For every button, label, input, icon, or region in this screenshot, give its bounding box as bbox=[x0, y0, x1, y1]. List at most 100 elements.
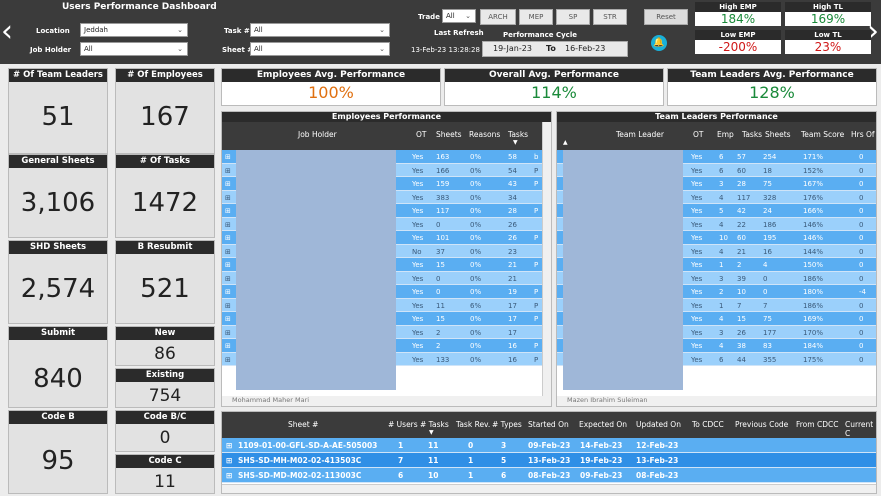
ot-cell: Yes bbox=[412, 193, 424, 202]
performance-cycle-range: 19-Jan-23 To 16-Feb-23 bbox=[482, 41, 628, 57]
expand-icon[interactable]: ⊞ bbox=[225, 288, 231, 296]
team-score-cell: 180% bbox=[803, 288, 824, 296]
card-value: 11 bbox=[154, 472, 176, 492]
trade-dropdown[interactable]: All ⌄ bbox=[442, 9, 476, 23]
trade-button-str[interactable]: STR bbox=[593, 9, 627, 25]
card-employees: # Of Employees 167 bbox=[115, 68, 215, 154]
reasons-cell: 0% bbox=[470, 180, 482, 188]
expand-icon[interactable]: ⊞ bbox=[226, 471, 232, 480]
col-sheet[interactable]: Sheet # bbox=[288, 420, 318, 429]
chevron-down-icon: ⌄ bbox=[465, 12, 471, 20]
avg-label: Team Leaders Avg. Performance bbox=[668, 69, 876, 82]
col-team-score[interactable]: Team Score bbox=[801, 130, 844, 139]
col-hrs[interactable]: Hrs Of bbox=[851, 130, 875, 139]
chevron-left-icon[interactable]: ‹ bbox=[0, 16, 14, 48]
tasks-cell: 60 bbox=[737, 234, 746, 242]
hrs-cell: 0 bbox=[859, 328, 864, 337]
bell-icon[interactable]: 🔔 bbox=[651, 35, 667, 51]
job-holder-dropdown[interactable]: All ⌄ bbox=[80, 42, 188, 56]
table-row[interactable]: ⊞ SHS-SD-MD-M02-02-113003C 6 10 1 6 08-Feb-23 0… bbox=[222, 468, 876, 483]
location-dropdown[interactable]: Jeddah ⌄ bbox=[80, 23, 188, 37]
chevron-down-icon: ⌄ bbox=[177, 45, 183, 53]
expand-icon[interactable]: ⊞ bbox=[225, 234, 231, 242]
tasks-cell: 22 bbox=[737, 220, 746, 229]
table-row[interactable]: ⊞ SHS-SD-MH-M02-02-413503C 7 11 1 5 13-Feb-23 1… bbox=[222, 453, 876, 468]
col-ot[interactable]: OT bbox=[416, 130, 427, 139]
col-started-on[interactable]: Started On bbox=[528, 420, 569, 429]
table-row[interactable]: ⊞ 1109-01-00-GFL-SD-A-AE-505003 1 11 0 3 09-Fe… bbox=[222, 438, 876, 453]
trade-button-arch[interactable]: ARCH bbox=[480, 9, 516, 25]
expand-icon[interactable]: ⊞ bbox=[225, 207, 231, 215]
users-cell: 1 bbox=[398, 441, 404, 450]
expand-icon[interactable]: ⊞ bbox=[225, 180, 231, 188]
expand-icon[interactable]: ⊞ bbox=[225, 221, 231, 229]
sheets-cell: 75 bbox=[763, 180, 772, 188]
tasks-cell: 28 bbox=[508, 207, 517, 215]
col-updated-on[interactable]: Updated On bbox=[636, 420, 681, 429]
col-from-cdcc[interactable]: From CDCC bbox=[796, 420, 838, 429]
sheets-cell: 163 bbox=[436, 153, 450, 161]
col-sheets[interactable]: Sheets bbox=[436, 130, 462, 139]
hrs-cell: 0 bbox=[859, 342, 864, 350]
col-task-rev[interactable]: Task Rev. bbox=[456, 420, 490, 429]
card-value: 840 bbox=[33, 364, 83, 394]
table-title: Team Leaders Performance bbox=[557, 112, 876, 122]
job-holder-label: Job Holder bbox=[30, 46, 72, 54]
vertical-scrollbar[interactable] bbox=[542, 122, 551, 396]
location-label: Location bbox=[36, 27, 70, 35]
expand-icon[interactable]: ⊞ bbox=[225, 261, 231, 269]
emp-cell: 4 bbox=[719, 342, 724, 350]
col-tasks[interactable]: # Tasks bbox=[420, 420, 449, 429]
ot-cell: Yes bbox=[691, 288, 703, 296]
reasons-cell: 0% bbox=[470, 234, 482, 242]
col-current-code[interactable]: Current C bbox=[845, 420, 876, 438]
expand-icon[interactable]: ⊞ bbox=[225, 248, 231, 256]
started-cell: 09-Feb-23 bbox=[528, 441, 571, 450]
emp-cell: 4 bbox=[719, 193, 724, 202]
col-tasks[interactable]: Tasks bbox=[508, 130, 528, 139]
tasks-cell: 21 bbox=[508, 274, 517, 283]
expand-icon[interactable]: ⊞ bbox=[225, 153, 231, 161]
col-expected-on[interactable]: Expected On bbox=[579, 420, 627, 429]
trade-button-mep[interactable]: MEP bbox=[519, 9, 553, 25]
col-team-leader[interactable]: Team Leader bbox=[616, 130, 664, 139]
tasks-cell: 39 bbox=[737, 274, 746, 283]
horizontal-scrollbar[interactable] bbox=[222, 484, 876, 493]
card-code-c: Code C 11 bbox=[115, 454, 215, 494]
side-mark: P bbox=[534, 342, 539, 350]
expand-icon[interactable]: ⊞ bbox=[226, 456, 232, 465]
hrs-cell: 0 bbox=[859, 207, 864, 215]
reset-button[interactable]: Reset bbox=[644, 9, 688, 25]
col-job-holder[interactable]: Job Holder bbox=[298, 130, 337, 139]
reasons-cell: 0% bbox=[470, 166, 482, 175]
sheets-cell: 355 bbox=[763, 355, 777, 364]
emp-cell: 10 bbox=[719, 234, 728, 242]
col-tasks[interactable]: Tasks bbox=[742, 130, 762, 139]
col-ot[interactable]: OT bbox=[693, 130, 704, 139]
side-mark: P bbox=[534, 166, 539, 175]
expand-icon[interactable]: ⊞ bbox=[225, 315, 231, 323]
expand-icon[interactable]: ⊞ bbox=[225, 194, 231, 202]
ot-cell: Yes bbox=[412, 315, 424, 323]
team-score-cell: 166% bbox=[803, 207, 824, 215]
expand-icon[interactable]: ⊞ bbox=[226, 441, 232, 450]
expand-icon[interactable]: ⊞ bbox=[225, 167, 231, 175]
expand-icon[interactable]: ⊞ bbox=[225, 342, 231, 350]
sheets-cell: 117 bbox=[436, 207, 450, 215]
col-to-cdcc[interactable]: To CDCC bbox=[692, 420, 724, 429]
expand-icon[interactable]: ⊞ bbox=[225, 302, 231, 310]
expand-icon[interactable]: ⊞ bbox=[225, 275, 231, 283]
side-mark: P bbox=[534, 207, 539, 215]
expand-icon[interactable]: ⊞ bbox=[225, 356, 231, 364]
ot-cell: Yes bbox=[691, 180, 703, 188]
col-types[interactable]: # Types bbox=[492, 420, 522, 429]
col-sheets[interactable]: Sheets bbox=[765, 130, 791, 139]
sheet-dropdown[interactable]: All ⌄ bbox=[250, 42, 390, 56]
col-reasons[interactable]: Reasons bbox=[469, 130, 500, 139]
expand-icon[interactable]: ⊞ bbox=[225, 329, 231, 337]
task-dropdown[interactable]: All ⌄ bbox=[250, 23, 390, 37]
col-users[interactable]: # Users bbox=[388, 420, 418, 429]
col-previous-code[interactable]: Previous Code bbox=[735, 420, 788, 429]
trade-button-sp[interactable]: SP bbox=[556, 9, 590, 25]
col-emp[interactable]: Emp bbox=[717, 130, 734, 139]
